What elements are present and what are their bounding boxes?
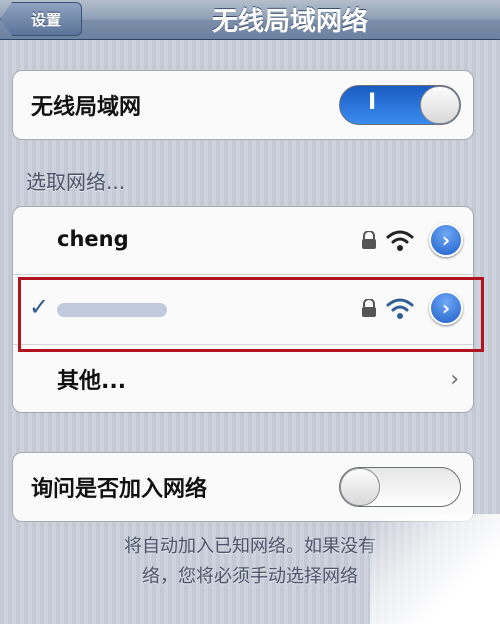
network-details-button[interactable]: › <box>429 291 463 325</box>
checkmark-icon: ✓ <box>29 293 50 321</box>
ask-label: 询问是否加入网络 <box>31 477 208 502</box>
networks-group: cheng › ✓ › 其他... › <box>12 206 474 413</box>
network-details-button[interactable]: › <box>429 223 463 257</box>
wifi-row: 无线局域网 I <box>13 71 473 139</box>
other-network-row[interactable]: 其他... › <box>13 345 473 412</box>
ask-group: 询问是否加入网络 <box>12 452 474 522</box>
wifi-group: 无线局域网 I <box>12 70 474 140</box>
wifi-signal-icon <box>386 298 414 319</box>
chevron-right-icon: › <box>450 367 459 392</box>
watermark <box>370 514 500 624</box>
toggle-on-indicator: I <box>368 90 377 115</box>
wifi-label: 无线局域网 <box>31 95 142 120</box>
navigation-bar: 设置 无线局域网络 <box>0 0 500 40</box>
lock-icon <box>362 231 376 249</box>
toggle-knob[interactable] <box>340 468 380 506</box>
back-button[interactable]: 设置 <box>0 2 82 36</box>
ask-row: 询问是否加入网络 <box>13 453 473 521</box>
wifi-toggle[interactable]: I <box>339 85 461 125</box>
lock-icon <box>362 299 376 317</box>
toggle-knob[interactable] <box>420 86 460 124</box>
wifi-signal-icon <box>386 230 414 251</box>
page-title: 无线局域网络 <box>211 6 368 37</box>
network-name: cheng <box>57 227 129 251</box>
network-row-selected[interactable]: ✓ › <box>13 275 473 345</box>
ask-toggle[interactable] <box>339 467 461 507</box>
other-label: 其他... <box>57 369 127 394</box>
network-row-cheng[interactable]: cheng › <box>13 207 473 275</box>
section-header-networks: 选取网络... <box>26 170 126 194</box>
blurred-network-name <box>57 303 167 317</box>
